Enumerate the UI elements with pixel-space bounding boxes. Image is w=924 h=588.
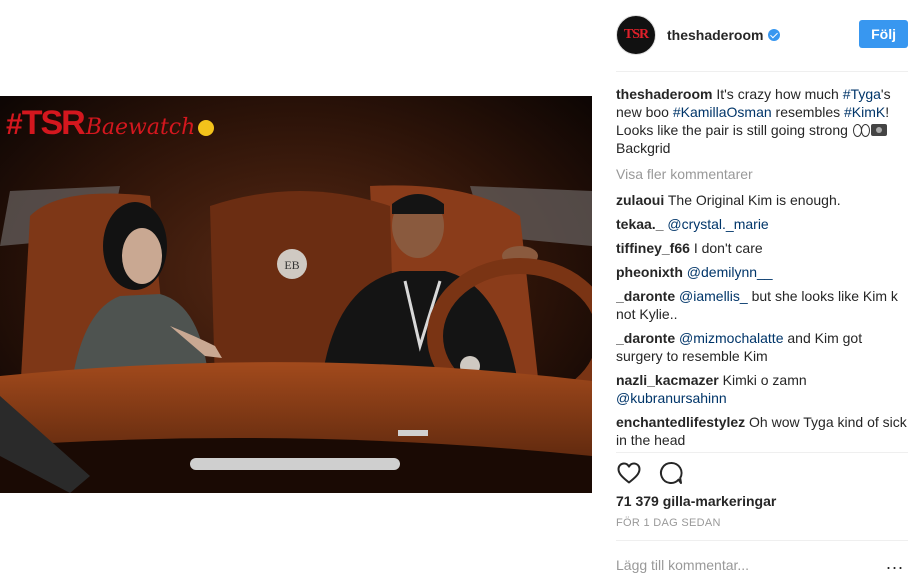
camera-emoji-icon xyxy=(870,124,887,136)
comment-bubble-icon-graphic xyxy=(660,462,683,484)
avatar[interactable]: TSR xyxy=(616,15,656,55)
comment-username[interactable]: nazli_kacmazer xyxy=(616,372,719,388)
comment-text: Kimki o zamn xyxy=(722,372,807,388)
comment-bubble-icon[interactable] xyxy=(658,460,684,486)
post-timestamp[interactable]: FÖR 1 DAG SEDAN xyxy=(616,517,721,529)
comment-mention[interactable]: @iamellis_ xyxy=(679,288,748,304)
tsr-baewatch-watermark: # TSR Baewatch xyxy=(6,104,215,143)
view-more-comments-link[interactable]: Visa fler kommentarer xyxy=(616,165,908,183)
comment-username[interactable]: zulaoui xyxy=(616,192,664,208)
car-interior-illustration: EB xyxy=(0,96,592,493)
comment-item: _daronte @mizmochalatte and Kim got surg… xyxy=(616,329,908,365)
heart-icon[interactable] xyxy=(616,460,642,486)
comment-mention[interactable]: @demilynn__ xyxy=(687,264,773,280)
post-header: TSR theshaderoom Följ xyxy=(616,13,908,57)
comment-text: I don't care xyxy=(693,240,763,256)
hashtag-link[interactable]: #KamillaOsman xyxy=(673,104,772,120)
comment-username[interactable]: _daronte xyxy=(616,330,675,346)
comment-mention[interactable]: @mizmochalatte xyxy=(679,330,783,346)
likes-count[interactable]: 71 379 gilla-markeringar xyxy=(616,493,776,509)
svg-text:EB: EB xyxy=(284,258,299,272)
comment-item: enchantedlifestylez Oh wow Tyga kind of … xyxy=(616,413,908,449)
comment-username[interactable]: pheonixth xyxy=(616,264,683,280)
more-options-icon[interactable]: ... xyxy=(886,554,904,572)
caption-username[interactable]: theshaderoom xyxy=(616,86,712,102)
comment-mention[interactable]: @kubranursahinn xyxy=(616,390,727,406)
comment-username[interactable]: _daronte xyxy=(616,288,675,304)
comment-item: tekaa._ @crystal._marie xyxy=(616,215,908,233)
comment-text: The Original Kim is enough. xyxy=(667,192,841,208)
post-photo[interactable]: EB xyxy=(0,96,592,493)
heart-icon-graphic xyxy=(617,462,641,484)
header-divider xyxy=(616,71,908,72)
post-media-pane: EB # TSR Baewatch xyxy=(0,0,600,588)
comment-item: _daronte @iamellis_ but she looks like K… xyxy=(616,287,908,323)
comment-username[interactable]: tiffiney_f66 xyxy=(616,240,690,256)
verified-badge-icon xyxy=(768,29,781,41)
watermark-script: Baewatch xyxy=(85,115,196,140)
follow-button[interactable]: Följ xyxy=(859,20,908,48)
post-actions xyxy=(616,460,700,486)
eyes-emoji-icon xyxy=(852,124,870,137)
hashtag-link[interactable]: #KimK xyxy=(844,104,885,120)
caption-text: It's crazy how much xyxy=(716,86,843,102)
comment-item: pheonixth @demilynn__ xyxy=(616,263,908,281)
post-caption: theshaderoom It's crazy how much #Tyga's… xyxy=(616,85,908,157)
comment-item: nazli_kacmazer Kimki o zamn @kubranursah… xyxy=(616,371,908,407)
comment-username[interactable]: tekaa._ xyxy=(616,216,663,232)
comment-item: tiffiney_f66 I don't care xyxy=(616,239,908,257)
post-side-panel: TSR theshaderoom Följ theshaderoom It's … xyxy=(600,0,924,588)
hashtag-link[interactable]: #Tyga xyxy=(843,86,881,102)
comment-mention[interactable]: @crystal._marie xyxy=(667,216,768,232)
heart-eyes-emoji-icon xyxy=(198,120,215,136)
watermark-hash: # xyxy=(6,108,23,141)
watermark-brand: TSR xyxy=(21,104,86,142)
caption-text: resembles xyxy=(771,104,845,120)
add-comment-input[interactable] xyxy=(616,555,908,575)
author-username[interactable]: theshaderoom xyxy=(667,27,763,43)
caption-text: Backgrid xyxy=(616,140,671,156)
comment-box-divider xyxy=(616,540,908,541)
comment-item: zulaoui The Original Kim is enough. xyxy=(616,191,908,209)
actions-divider xyxy=(616,452,908,453)
avatar-logo-text: TSR xyxy=(623,27,649,42)
comments-list[interactable]: theshaderoom It's crazy how much #Tyga's… xyxy=(616,85,908,450)
comment-username[interactable]: enchantedlifestylez xyxy=(616,414,745,430)
